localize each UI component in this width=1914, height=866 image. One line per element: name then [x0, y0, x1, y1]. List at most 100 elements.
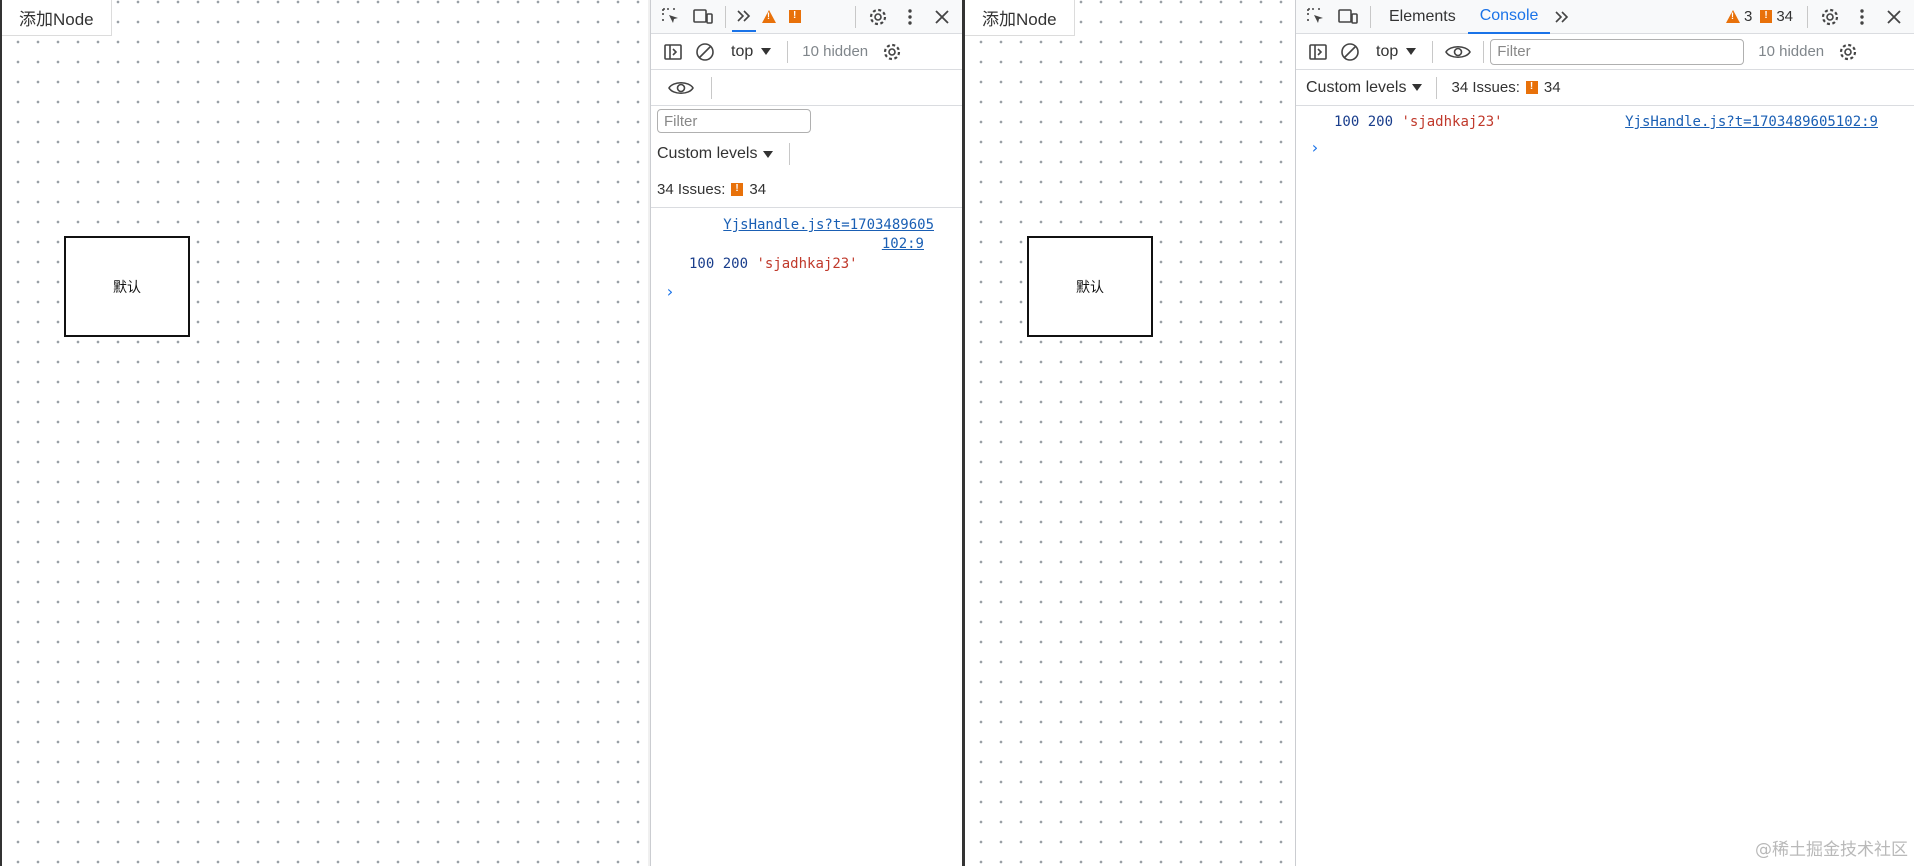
add-node-button[interactable]: 添加Node: [2, 0, 112, 36]
more-options-icon[interactable]: [1846, 2, 1878, 32]
warnings-badge[interactable]: 3: [1725, 8, 1753, 25]
toolbar-divider: [1432, 40, 1434, 63]
context-label: top: [1376, 42, 1399, 60]
issues-flag-icon: [1525, 81, 1538, 94]
caret-down-icon: [761, 48, 772, 55]
filter-input[interactable]: [1490, 38, 1745, 65]
console-settings-gear-icon[interactable]: [1832, 37, 1864, 67]
devtools-toolbar: Elements Console 3 34: [1296, 0, 1914, 34]
toolbar-divider: [789, 143, 791, 165]
console-toolbar: top 10 hidden: [651, 34, 962, 70]
more-tabs-chevron-icon[interactable]: [732, 2, 756, 32]
console-output: YjsHandle.js?t=1703489605 102:9 100 200 …: [651, 208, 962, 301]
settings-gear-icon[interactable]: [862, 2, 894, 32]
browser-window-right: 添加Node 默认 Elements Console 3: [962, 0, 1914, 866]
levels-row: Custom levels: [651, 136, 962, 172]
issues-flag-icon: [731, 183, 744, 196]
message-text: 100 200 'sjadhkaj23': [1334, 114, 1625, 130]
browser-window-left: 添加Node 默认 ! ! top 10 hidden Filter Custo…: [0, 0, 962, 866]
toolbar-divider: [725, 5, 726, 28]
console-message: 100 200 'sjadhkaj23' YjsHandle.js?t=1703…: [1296, 112, 1914, 134]
node-label: 默认: [1076, 279, 1104, 296]
toolbar-divider: [1436, 76, 1438, 99]
console-prompt[interactable]: ›: [1296, 138, 1914, 157]
sidebar-toggle-icon[interactable]: [657, 37, 689, 67]
inspect-element-icon[interactable]: [655, 2, 687, 32]
devtools-panel: Elements Console 3 34: [1295, 0, 1914, 866]
toolbar-divider: [787, 40, 789, 63]
watermark: @稀土掘金技术社区: [1755, 840, 1908, 860]
log-string: 'sjadhkaj23': [1401, 114, 1503, 130]
log-levels-dropdown[interactable]: Custom levels: [1302, 78, 1423, 97]
console-output: 100 200 'sjadhkaj23' YjsHandle.js?t=1703…: [1296, 106, 1914, 157]
issues-count: 34: [749, 181, 767, 198]
filter-input[interactable]: [657, 109, 811, 133]
console-settings-gear-icon[interactable]: [876, 37, 908, 67]
warning-icon: [1725, 10, 1740, 23]
toolbar-divider: [1483, 40, 1485, 63]
source-link[interactable]: YjsHandle.js?t=1703489605102:9: [1625, 114, 1878, 130]
tab-elements[interactable]: Elements: [1377, 0, 1468, 34]
hidden-count: 10 hidden: [1758, 43, 1825, 60]
dotted-canvas[interactable]: 添加Node 默认: [2, 0, 650, 866]
live-expression-eye-icon[interactable]: [1439, 37, 1477, 67]
source-link-part1[interactable]: YjsHandle.js?t=1703489605: [723, 217, 934, 233]
console-prompt[interactable]: ›: [651, 282, 962, 301]
close-devtools-icon[interactable]: [1878, 2, 1910, 32]
toolbar-divider: [1370, 5, 1371, 28]
more-options-icon[interactable]: [894, 2, 926, 32]
issues-button[interactable]: 34 Issues: 34: [1451, 79, 1560, 96]
live-expression-eye-icon[interactable]: [657, 73, 705, 103]
context-label: top: [731, 42, 754, 60]
inspect-element-icon[interactable]: [1300, 2, 1332, 32]
source-link-part2[interactable]: 102:9: [882, 236, 924, 252]
levels-label: Custom levels: [657, 145, 758, 162]
issues-label: 34 Issues:: [1451, 79, 1520, 96]
caret-down-icon: [1406, 48, 1417, 55]
graph-node[interactable]: 默认: [64, 236, 190, 337]
issues-label: 34 Issues:: [657, 181, 726, 198]
warnings-count: 3: [1743, 8, 1753, 25]
message-source[interactable]: YjsHandle.js?t=1703489605 102:9: [701, 216, 954, 254]
toolbar-divider: [711, 76, 712, 99]
filter-row: [651, 106, 962, 136]
devtools-toolbar: [651, 0, 962, 34]
issues-badge[interactable]: 34: [1760, 8, 1793, 25]
dotted-canvas[interactable]: 添加Node 默认: [965, 0, 1295, 866]
issues-button[interactable]: 34 Issues: 34: [657, 181, 766, 198]
log-number: 100: [1334, 114, 1360, 130]
clear-console-icon[interactable]: [1334, 37, 1366, 67]
graph-node[interactable]: 默认: [1027, 236, 1153, 337]
hidden-count: 10 hidden: [802, 43, 869, 60]
settings-gear-icon[interactable]: [1814, 2, 1846, 32]
live-expression-row: [651, 70, 962, 106]
log-number: 200: [1367, 114, 1394, 130]
caret-down-icon: [763, 150, 774, 158]
log-number: 200: [722, 256, 749, 272]
console-toolbar: top 10 hidden: [1296, 34, 1914, 70]
toolbar-divider: [1807, 5, 1808, 28]
device-toolbar-icon[interactable]: [1332, 2, 1364, 32]
clear-console-icon[interactable]: [689, 37, 721, 67]
close-devtools-icon[interactable]: [926, 2, 958, 32]
issues-count: 34: [1543, 79, 1561, 96]
log-levels-dropdown[interactable]: Custom levels: [657, 145, 774, 163]
context-selector[interactable]: top: [1366, 43, 1426, 61]
add-node-button[interactable]: 添加Node: [965, 0, 1075, 36]
node-label: 默认: [113, 279, 141, 296]
caret-down-icon: [1412, 84, 1423, 91]
more-tabs-chevron-icon[interactable]: [1550, 2, 1574, 32]
tab-console[interactable]: Console: [1467, 0, 1551, 34]
levels-label: Custom levels: [1306, 78, 1407, 96]
log-number: 100: [689, 256, 715, 272]
device-toolbar-icon[interactable]: [687, 2, 719, 32]
log-string: 'sjadhkaj23': [756, 256, 858, 272]
console-message: YjsHandle.js?t=1703489605 102:9 100 200 …: [651, 214, 962, 276]
sidebar-toggle-icon[interactable]: [1302, 37, 1334, 67]
issues-flag-icon[interactable]: [782, 2, 808, 32]
levels-issues-row: Custom levels 34 Issues: 34: [1296, 70, 1914, 106]
issues-row: 34 Issues: 34: [651, 172, 962, 208]
warning-icon[interactable]: [756, 2, 782, 32]
context-selector[interactable]: top: [721, 43, 781, 61]
message-text: 100 200 'sjadhkaj23': [689, 256, 954, 272]
